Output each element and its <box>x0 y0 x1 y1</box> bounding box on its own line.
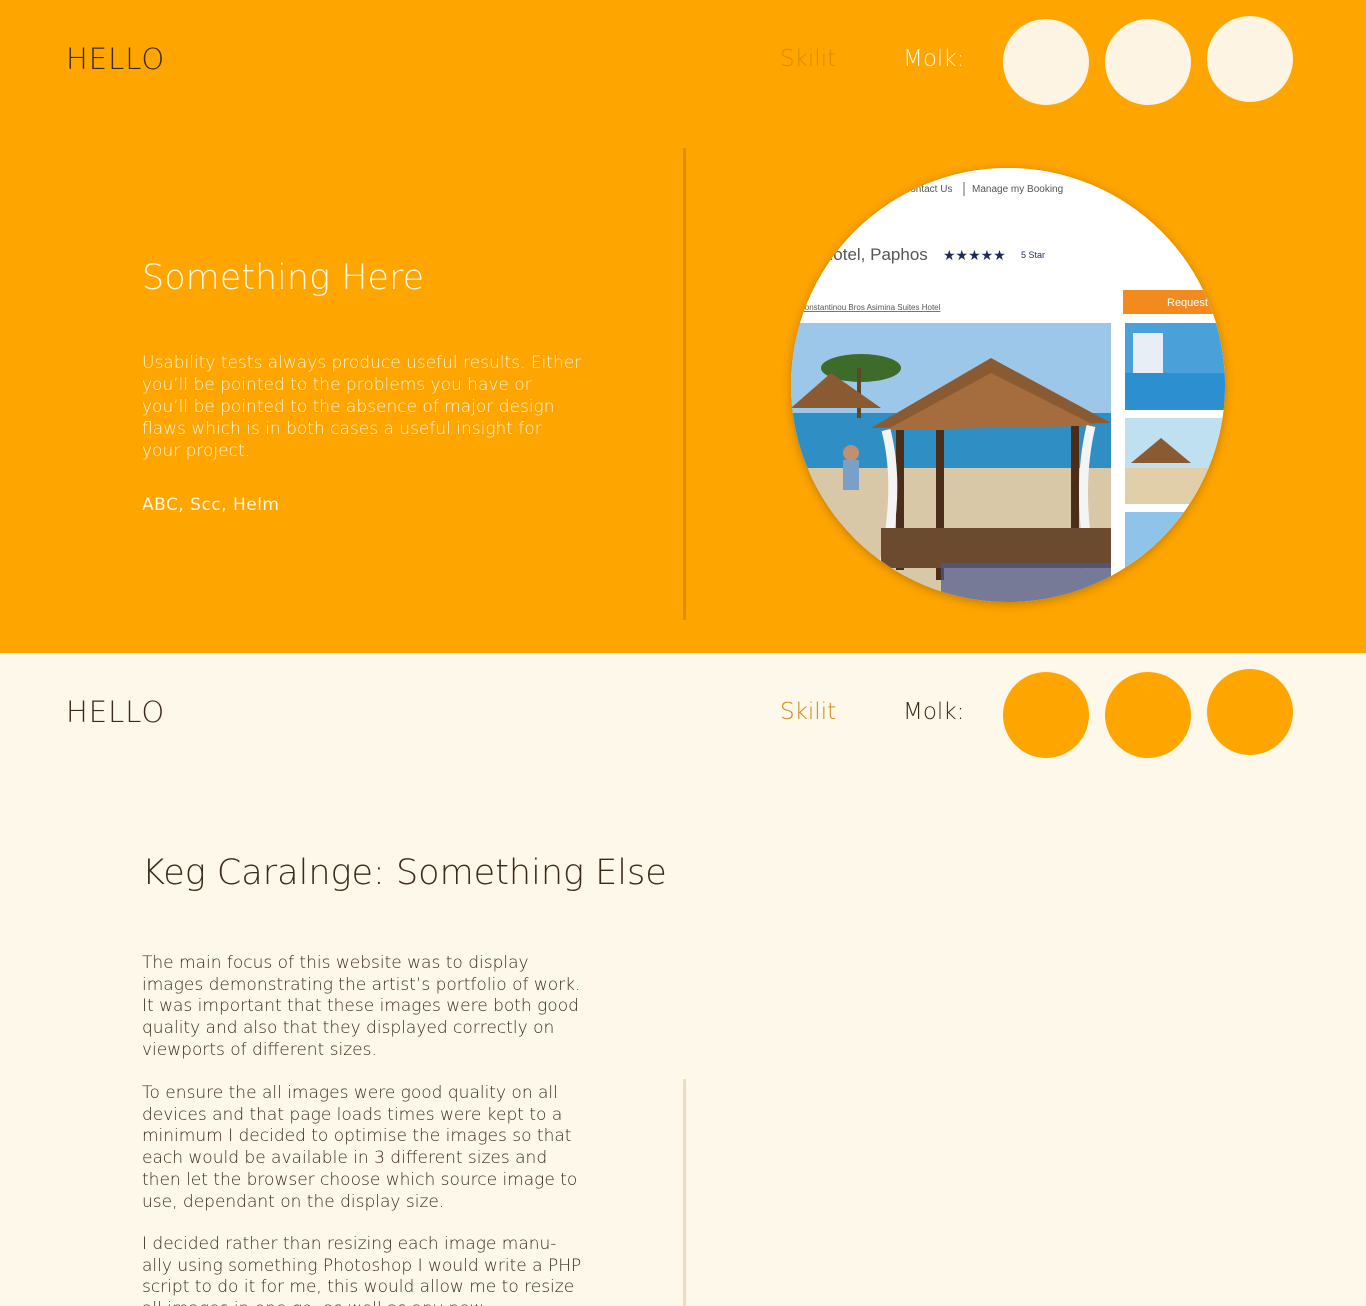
detail-paragraph-3: I decided rather than resizing each imag… <box>142 1234 582 1306</box>
social-circle-button-2[interactable] <box>1105 19 1191 105</box>
social-circle-button-1[interactable] <box>1003 672 1089 758</box>
social-circle-button-2[interactable] <box>1105 672 1191 758</box>
hotel-website-screenshot: Contact Us Manage my Booking Hotel, Paph… <box>791 168 1225 602</box>
screenshot-nav-contact: Contact Us <box>903 184 952 195</box>
brand-logo[interactable]: HELLO <box>66 42 165 76</box>
detail-paragraph-2: To ensure the all images were good quali… <box>142 1083 578 1212</box>
nav-link-skilit[interactable]: Skilit <box>780 699 836 725</box>
brand-logo[interactable]: HELLO <box>66 695 165 729</box>
social-circle-button-3[interactable] <box>1207 669 1293 755</box>
vertical-divider <box>683 148 686 620</box>
social-circle-button-3[interactable] <box>1207 16 1293 102</box>
detail-paragraph-1: The main focus of this website was to di… <box>142 953 581 1060</box>
nav-label-molk: Molk: <box>903 46 965 72</box>
screenshot-stars-label: 5 Star <box>1021 250 1045 260</box>
project-description: Usability tests always produce useful re… <box>142 353 582 461</box>
social-circle-button-1[interactable] <box>1003 19 1089 105</box>
screenshot-hotel-link: Constantinou Bros Asimina Suites Hotel <box>799 303 941 312</box>
star-rating-icon: ★★★★★ <box>943 248 1006 264</box>
detail-title: Keg Caralnge: Something Else <box>142 853 667 893</box>
project-screenshot[interactable]: Contact Us Manage my Booking Hotel, Paph… <box>791 168 1225 602</box>
screenshot-nav-manage: Manage my Booking <box>972 184 1063 195</box>
project-title: Something Here <box>142 258 425 298</box>
project-credits: ABC, Scc, Helm <box>142 495 280 515</box>
detail-section: HELLO Skilit Molk: Keg Caralnge: Somethi… <box>0 653 1366 1306</box>
screenshot-hotel-title: Hotel, Paphos <box>821 245 928 264</box>
nav-label-molk: Molk: <box>903 699 965 725</box>
screenshot-request-button: Request <box>1167 297 1208 309</box>
hero-section: HELLO Skilit Molk: Something Here Usabil… <box>0 0 1366 653</box>
nav-link-skilit[interactable]: Skilit <box>780 46 836 72</box>
vertical-divider <box>683 1079 686 1306</box>
